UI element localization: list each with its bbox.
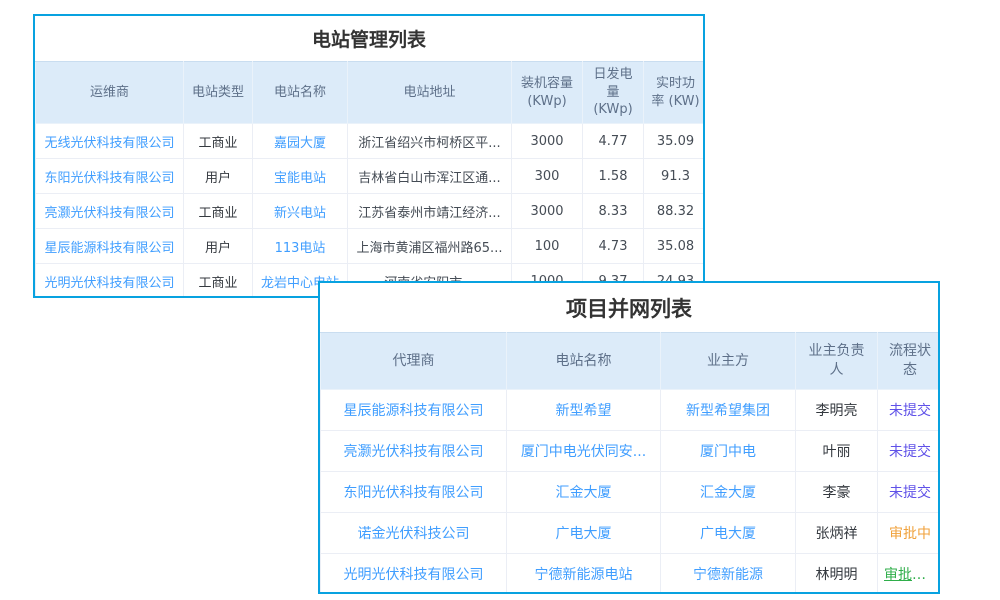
operator-link[interactable]: 无线光伏科技有限公司 <box>36 124 184 159</box>
col-station-name: 电站名称 <box>507 333 661 390</box>
table-row: 诺金光伏科技公司 广电大厦 广电大厦 张炳祥 审批中 <box>321 513 941 554</box>
station-type-cell: 工商业 <box>184 194 253 229</box>
owner-contact-cell: 林明明 <box>796 554 878 595</box>
daily-generation-cell: 1.58 <box>583 159 644 194</box>
station-name-link[interactable]: 新型希望 <box>507 390 661 431</box>
table-row: 星辰能源科技有限公司 用户 113电站 上海市黄浦区福州路65... 100 4… <box>36 229 706 264</box>
station-name-link[interactable]: 广电大厦 <box>507 513 661 554</box>
realtime-power-cell: 35.08 <box>644 229 706 264</box>
station-address-cell: 江苏省泰州市靖江经济... <box>348 194 512 229</box>
installed-capacity-cell: 100 <box>512 229 583 264</box>
owner-contact-cell: 李明亮 <box>796 390 878 431</box>
station-table-title: 电站管理列表 <box>35 16 703 61</box>
station-name-link[interactable]: 汇金大厦 <box>507 472 661 513</box>
station-name-link[interactable]: 宁德新能源电站 <box>507 554 661 595</box>
status-badge: 未提交 <box>878 472 941 513</box>
project-grid-connection-card: 项目并网列表 代理商 电站名称 业主方 业主负责人 流程状态 星辰能源科技有限公… <box>318 281 940 594</box>
owner-link[interactable]: 宁德新能源 <box>661 554 796 595</box>
daily-generation-cell: 4.73 <box>583 229 644 264</box>
table-row: 光明光伏科技有限公司 宁德新能源电站 宁德新能源 林明明 审批通过 <box>321 554 941 595</box>
owner-contact-cell: 张炳祥 <box>796 513 878 554</box>
grid-table-header-row: 代理商 电站名称 业主方 业主负责人 流程状态 <box>321 333 941 390</box>
table-row: 东阳光伏科技有限公司 汇金大厦 汇金大厦 李豪 未提交 <box>321 472 941 513</box>
realtime-power-cell: 88.32 <box>644 194 706 229</box>
operator-link[interactable]: 星辰能源科技有限公司 <box>36 229 184 264</box>
col-owner: 业主方 <box>661 333 796 390</box>
owner-contact-cell: 李豪 <box>796 472 878 513</box>
table-row: 亮灏光伏科技有限公司 工商业 新兴电站 江苏省泰州市靖江经济... 3000 8… <box>36 194 706 229</box>
owner-contact-cell: 叶丽 <box>796 431 878 472</box>
col-daily-generation: 日发电量 (KWp) <box>583 62 644 124</box>
status-badge: 未提交 <box>878 431 941 472</box>
operator-link[interactable]: 亮灏光伏科技有限公司 <box>36 194 184 229</box>
owner-link[interactable]: 汇金大厦 <box>661 472 796 513</box>
col-station-type: 电站类型 <box>184 62 253 124</box>
col-realtime-power: 实时功率 (KW) <box>644 62 706 124</box>
owner-link[interactable]: 新型希望集团 <box>661 390 796 431</box>
operator-link[interactable]: 东阳光伏科技有限公司 <box>36 159 184 194</box>
station-type-cell: 工商业 <box>184 264 253 299</box>
station-name-link[interactable]: 113电站 <box>253 229 348 264</box>
station-name-link[interactable]: 嘉园大厦 <box>253 124 348 159</box>
installed-capacity-cell: 3000 <box>512 124 583 159</box>
realtime-power-cell: 91.3 <box>644 159 706 194</box>
station-name-link[interactable]: 新兴电站 <box>253 194 348 229</box>
grid-table-title: 项目并网列表 <box>320 283 938 332</box>
owner-link[interactable]: 厦门中电 <box>661 431 796 472</box>
station-table-header-row: 运维商 电站类型 电站名称 电站地址 装机容量 (KWp) 日发电量 (KWp)… <box>36 62 706 124</box>
col-process-status: 流程状态 <box>878 333 941 390</box>
status-badge-approved-link[interactable]: 审批通过 <box>878 554 941 595</box>
realtime-power-cell: 35.09 <box>644 124 706 159</box>
installed-capacity-cell: 300 <box>512 159 583 194</box>
installed-capacity-cell: 3000 <box>512 194 583 229</box>
owner-link[interactable]: 广电大厦 <box>661 513 796 554</box>
status-badge: 未提交 <box>878 390 941 431</box>
col-installed-capacity: 装机容量 (KWp) <box>512 62 583 124</box>
station-type-cell: 用户 <box>184 229 253 264</box>
col-owner-contact: 业主负责人 <box>796 333 878 390</box>
station-address-cell: 上海市黄浦区福州路65... <box>348 229 512 264</box>
table-row: 无线光伏科技有限公司 工商业 嘉园大厦 浙江省绍兴市柯桥区平... 3000 4… <box>36 124 706 159</box>
col-station-name: 电站名称 <box>253 62 348 124</box>
grid-table: 代理商 电站名称 业主方 业主负责人 流程状态 星辰能源科技有限公司 新型希望 … <box>320 332 940 594</box>
operator-link[interactable]: 光明光伏科技有限公司 <box>36 264 184 299</box>
station-name-link[interactable]: 厦门中电光伏同安... <box>507 431 661 472</box>
col-agent: 代理商 <box>321 333 507 390</box>
station-type-cell: 工商业 <box>184 124 253 159</box>
agent-link[interactable]: 东阳光伏科技有限公司 <box>321 472 507 513</box>
col-station-address: 电站地址 <box>348 62 512 124</box>
agent-link[interactable]: 光明光伏科技有限公司 <box>321 554 507 595</box>
station-type-cell: 用户 <box>184 159 253 194</box>
table-row: 东阳光伏科技有限公司 用户 宝能电站 吉林省白山市浑江区通... 300 1.5… <box>36 159 706 194</box>
daily-generation-cell: 4.77 <box>583 124 644 159</box>
status-badge: 审批中 <box>878 513 941 554</box>
agent-link[interactable]: 亮灏光伏科技有限公司 <box>321 431 507 472</box>
agent-link[interactable]: 星辰能源科技有限公司 <box>321 390 507 431</box>
station-management-card: 电站管理列表 运维商 电站类型 电站名称 电站地址 装机容量 (KWp) 日发电… <box>33 14 705 298</box>
station-name-link[interactable]: 宝能电站 <box>253 159 348 194</box>
table-row: 亮灏光伏科技有限公司 厦门中电光伏同安... 厦门中电 叶丽 未提交 <box>321 431 941 472</box>
station-address-cell: 浙江省绍兴市柯桥区平... <box>348 124 512 159</box>
station-table: 运维商 电站类型 电站名称 电站地址 装机容量 (KWp) 日发电量 (KWp)… <box>35 61 705 298</box>
table-row: 星辰能源科技有限公司 新型希望 新型希望集团 李明亮 未提交 <box>321 390 941 431</box>
station-address-cell: 吉林省白山市浑江区通... <box>348 159 512 194</box>
agent-link[interactable]: 诺金光伏科技公司 <box>321 513 507 554</box>
col-operator: 运维商 <box>36 62 184 124</box>
daily-generation-cell: 8.33 <box>583 194 644 229</box>
